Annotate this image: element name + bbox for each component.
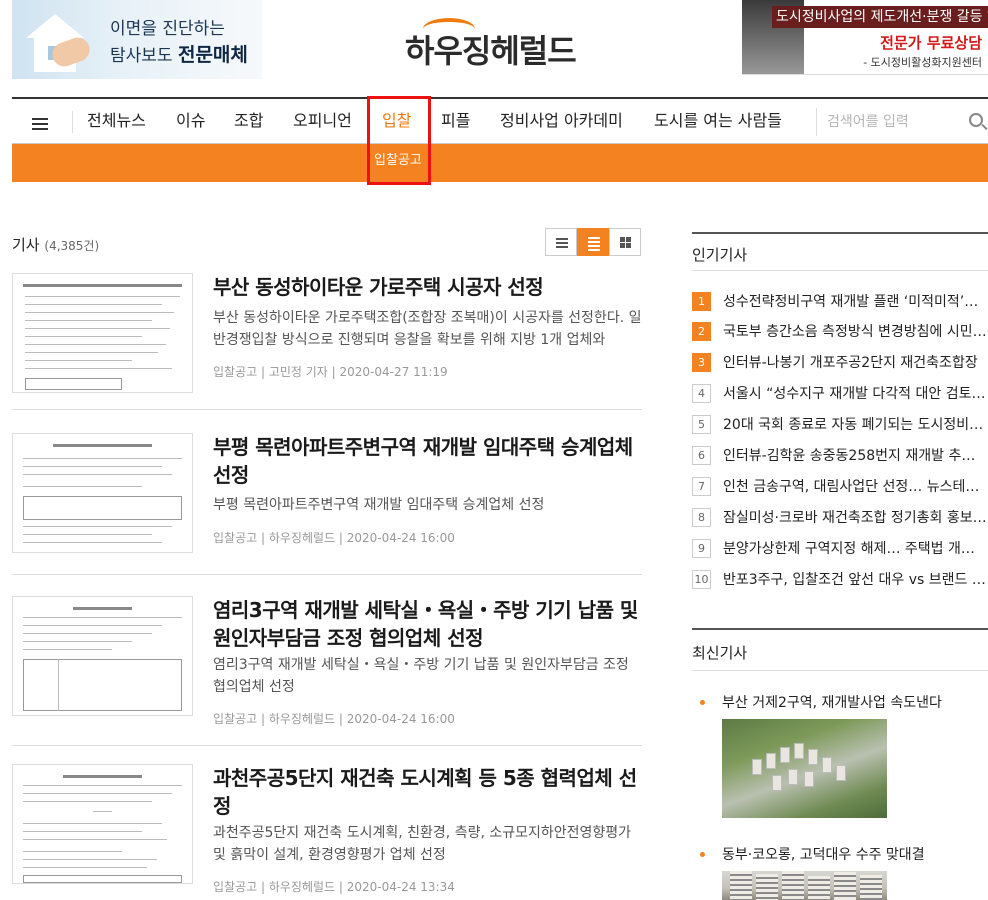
nav-item-union[interactable]: 조합	[234, 99, 263, 144]
main-nav: 전체뉴스 이슈 조합 오피니언 입찰 피플 정비사업 아카데미 도시를 여는 사…	[12, 97, 988, 144]
view-summary-button[interactable]	[577, 228, 609, 256]
popular-item-title[interactable]: 20대 국회 종료로 자동 폐기되는 도시정비법 개정안	[723, 414, 987, 434]
popular-item-title[interactable]: 인터뷰-김학윤 송중동258번지 재개발 추진위원장	[723, 445, 987, 465]
popular-item-title[interactable]: 성수전략정비구역 재개발 플랜 ‘미적미적’… 성수동의	[723, 291, 987, 311]
popular-item-title[interactable]: 잠실미성·크로바 재건축조합 정기총회 홍보 관련	[723, 507, 987, 527]
rank-badge: 8	[692, 508, 711, 527]
rank-badge: 7	[692, 477, 711, 496]
search-box	[816, 108, 986, 136]
ad-left-line2: 탐사보도 전문매체	[110, 44, 248, 66]
rank-badge: 3	[692, 353, 711, 372]
rank-badge: 1	[692, 292, 711, 311]
ad-right-line2: 전문가 무료상담	[880, 34, 982, 52]
popular-item[interactable]: 10 반포3주구, 입찰조건 앞선 대우 vs 브랜드 1위 삼성	[692, 566, 988, 596]
article-thumbnail[interactable]	[12, 596, 193, 716]
article-summary: 염리3구역 재개발 세탁실・욕실・주방 기기 납품 및 원인자부담금 조정 협의…	[213, 657, 629, 695]
bullet-icon	[700, 700, 705, 705]
article-meta: 입찰공고 | 하우징헤럴드 | 2020-04-24 16:00	[213, 712, 455, 726]
site-logo[interactable]: 하우징헤럴드	[405, 18, 605, 70]
article-summary: 부산 동성하이타운 가로주택조합(조합장 조복매)이 시공자를 선정한다. 일반…	[213, 310, 642, 348]
banner-ad-left[interactable]: 이면을 진단하는 탐사보도 전문매체	[12, 0, 262, 79]
latest-item-title[interactable]: 동부·코오롱, 고덕대우 수주 맞대결	[722, 844, 925, 864]
article-title[interactable]: 과천주공5단지 재건축 도시계획 등 5종 협력업체 선정	[213, 764, 643, 820]
popular-item[interactable]: 3 인터뷰-나봉기 개포주공2단지 재건축조합장	[692, 349, 988, 379]
article-meta: 입찰공고 | 고민정 기자 | 2020-04-27 11:19	[213, 365, 448, 379]
latest-item-title[interactable]: 부산 거제2구역, 재개발사업 속도낸다	[722, 692, 942, 712]
highlight-box	[367, 96, 431, 185]
ad-left-line1: 이면을 진단하는	[110, 19, 225, 39]
bullet-icon	[700, 852, 705, 857]
article-divider	[12, 409, 642, 410]
popular-title: 인기기사	[692, 246, 748, 264]
article-meta: 입찰공고 | 하우징헤럴드 | 2020-04-24 13:34	[213, 880, 455, 894]
latest-item-image[interactable]	[722, 719, 887, 818]
article-divider	[12, 745, 642, 746]
popular-item[interactable]: 6 인터뷰-김학윤 송중동258번지 재개발 추진위원장	[692, 442, 988, 472]
article-summary: 과천주공5단지 재건축 도시계획, 친환경, 측량, 소규모지하안전영향평가 및…	[213, 825, 632, 863]
popular-item[interactable]: 7 인천 금송구역, 대림사업단 선정… 뉴스테이 재개발	[692, 473, 988, 503]
article-title[interactable]: 부산 동성하이타운 가로주택 시공자 선정	[213, 273, 643, 301]
article-thumbnail[interactable]	[12, 273, 193, 393]
rank-badge: 2	[692, 322, 711, 341]
menu-icon[interactable]	[32, 118, 48, 130]
popular-item-title[interactable]: 반포3주구, 입찰조건 앞선 대우 vs 브랜드 1위 삼성	[723, 569, 987, 589]
popular-item[interactable]: 8 잠실미성·크로바 재건축조합 정기총회 홍보 관련	[692, 504, 988, 534]
rank-badge: 10	[692, 570, 711, 589]
latest-title: 최신기사	[692, 644, 748, 662]
ad-right-line1: 도시정비사업의 제도개선·분쟁 갈등 해결	[772, 6, 988, 28]
banner-ad-right[interactable]: 도시정비사업의 제도개선·분쟁 갈등 해결 전문가 무료상담 - 도시정비활성화…	[742, 0, 988, 75]
sub-nav-bar: 입찰공고	[12, 144, 988, 182]
ad-right-line3: - 도시정비활성화지원센터	[863, 56, 982, 69]
search-icon[interactable]	[969, 113, 983, 127]
popular-section-header: 인기기사	[692, 232, 988, 272]
rank-badge: 6	[692, 446, 711, 465]
popular-item[interactable]: 2 국토부 층간소음 측정방식 변경방침에 시민단체 반발	[692, 318, 988, 348]
rank-badge: 9	[692, 539, 711, 558]
popular-item-title[interactable]: 인터뷰-나봉기 개포주공2단지 재건축조합장	[723, 352, 987, 372]
popular-item[interactable]: 1 성수전략정비구역 재개발 플랜 ‘미적미적’… 성수동의	[692, 288, 988, 318]
rank-badge: 4	[692, 384, 711, 403]
article-divider	[12, 574, 642, 575]
popular-item[interactable]: 5 20대 국회 종료로 자동 폐기되는 도시정비법 개정안	[692, 411, 988, 441]
search-input[interactable]	[827, 110, 957, 134]
rank-badge: 5	[692, 415, 711, 434]
view-list-button[interactable]	[545, 228, 577, 256]
popular-item[interactable]: 9 분양가상한제 구역지정 해제… 주택법 개정 추진	[692, 535, 988, 565]
article-title[interactable]: 염리3구역 재개발 세탁실・욕실・주방 기기 납품 및 원인자부담금 조정 협의…	[213, 596, 643, 652]
article-thumbnail[interactable]	[12, 433, 193, 553]
nav-item-opinion[interactable]: 오피니언	[293, 99, 352, 144]
popular-item-title[interactable]: 서울시 “성수지구 재개발 다각적 대안 검토… 속도	[723, 383, 987, 403]
popular-item-title[interactable]: 인천 금송구역, 대림사업단 선정… 뉴스테이 재개발	[723, 476, 987, 496]
popular-item-title[interactable]: 국토부 층간소음 측정방식 변경방침에 시민단체 반발	[723, 321, 987, 341]
nav-item-people[interactable]: 피플	[441, 99, 470, 144]
latest-item-image[interactable]	[722, 871, 887, 900]
article-meta: 입찰공고 | 하우징헤럴드 | 2020-04-24 16:00	[213, 531, 455, 545]
article-thumbnail[interactable]	[12, 764, 193, 884]
nav-item-academy[interactable]: 정비사업 아카데미	[500, 99, 623, 144]
nav-item-issue[interactable]: 이슈	[176, 99, 205, 144]
list-header: 기사 (4,385건)	[12, 228, 642, 258]
article-count: (4,385건)	[44, 239, 100, 253]
list-title: 기사 (4,385건)	[12, 236, 100, 254]
view-grid-button[interactable]	[609, 228, 641, 256]
popular-item-title[interactable]: 분양가상한제 구역지정 해제… 주택법 개정 추진	[723, 538, 987, 558]
popular-item[interactable]: 4 서울시 “성수지구 재개발 다각적 대안 검토… 속도	[692, 380, 988, 410]
nav-item-city-people[interactable]: 도시를 여는 사람들	[654, 99, 782, 144]
latest-section-header: 최신기사	[692, 628, 988, 671]
nav-item-all-news[interactable]: 전체뉴스	[87, 99, 146, 144]
nav-divider	[72, 111, 73, 133]
logo-text: 하우징헤럴드	[405, 32, 577, 70]
article-title[interactable]: 부평 목련아파트주변구역 재개발 임대주택 승계업체 선정	[213, 433, 643, 489]
article-summary: 부평 목련아파트주변구역 재개발 임대주택 승계업체 선정	[213, 497, 545, 513]
